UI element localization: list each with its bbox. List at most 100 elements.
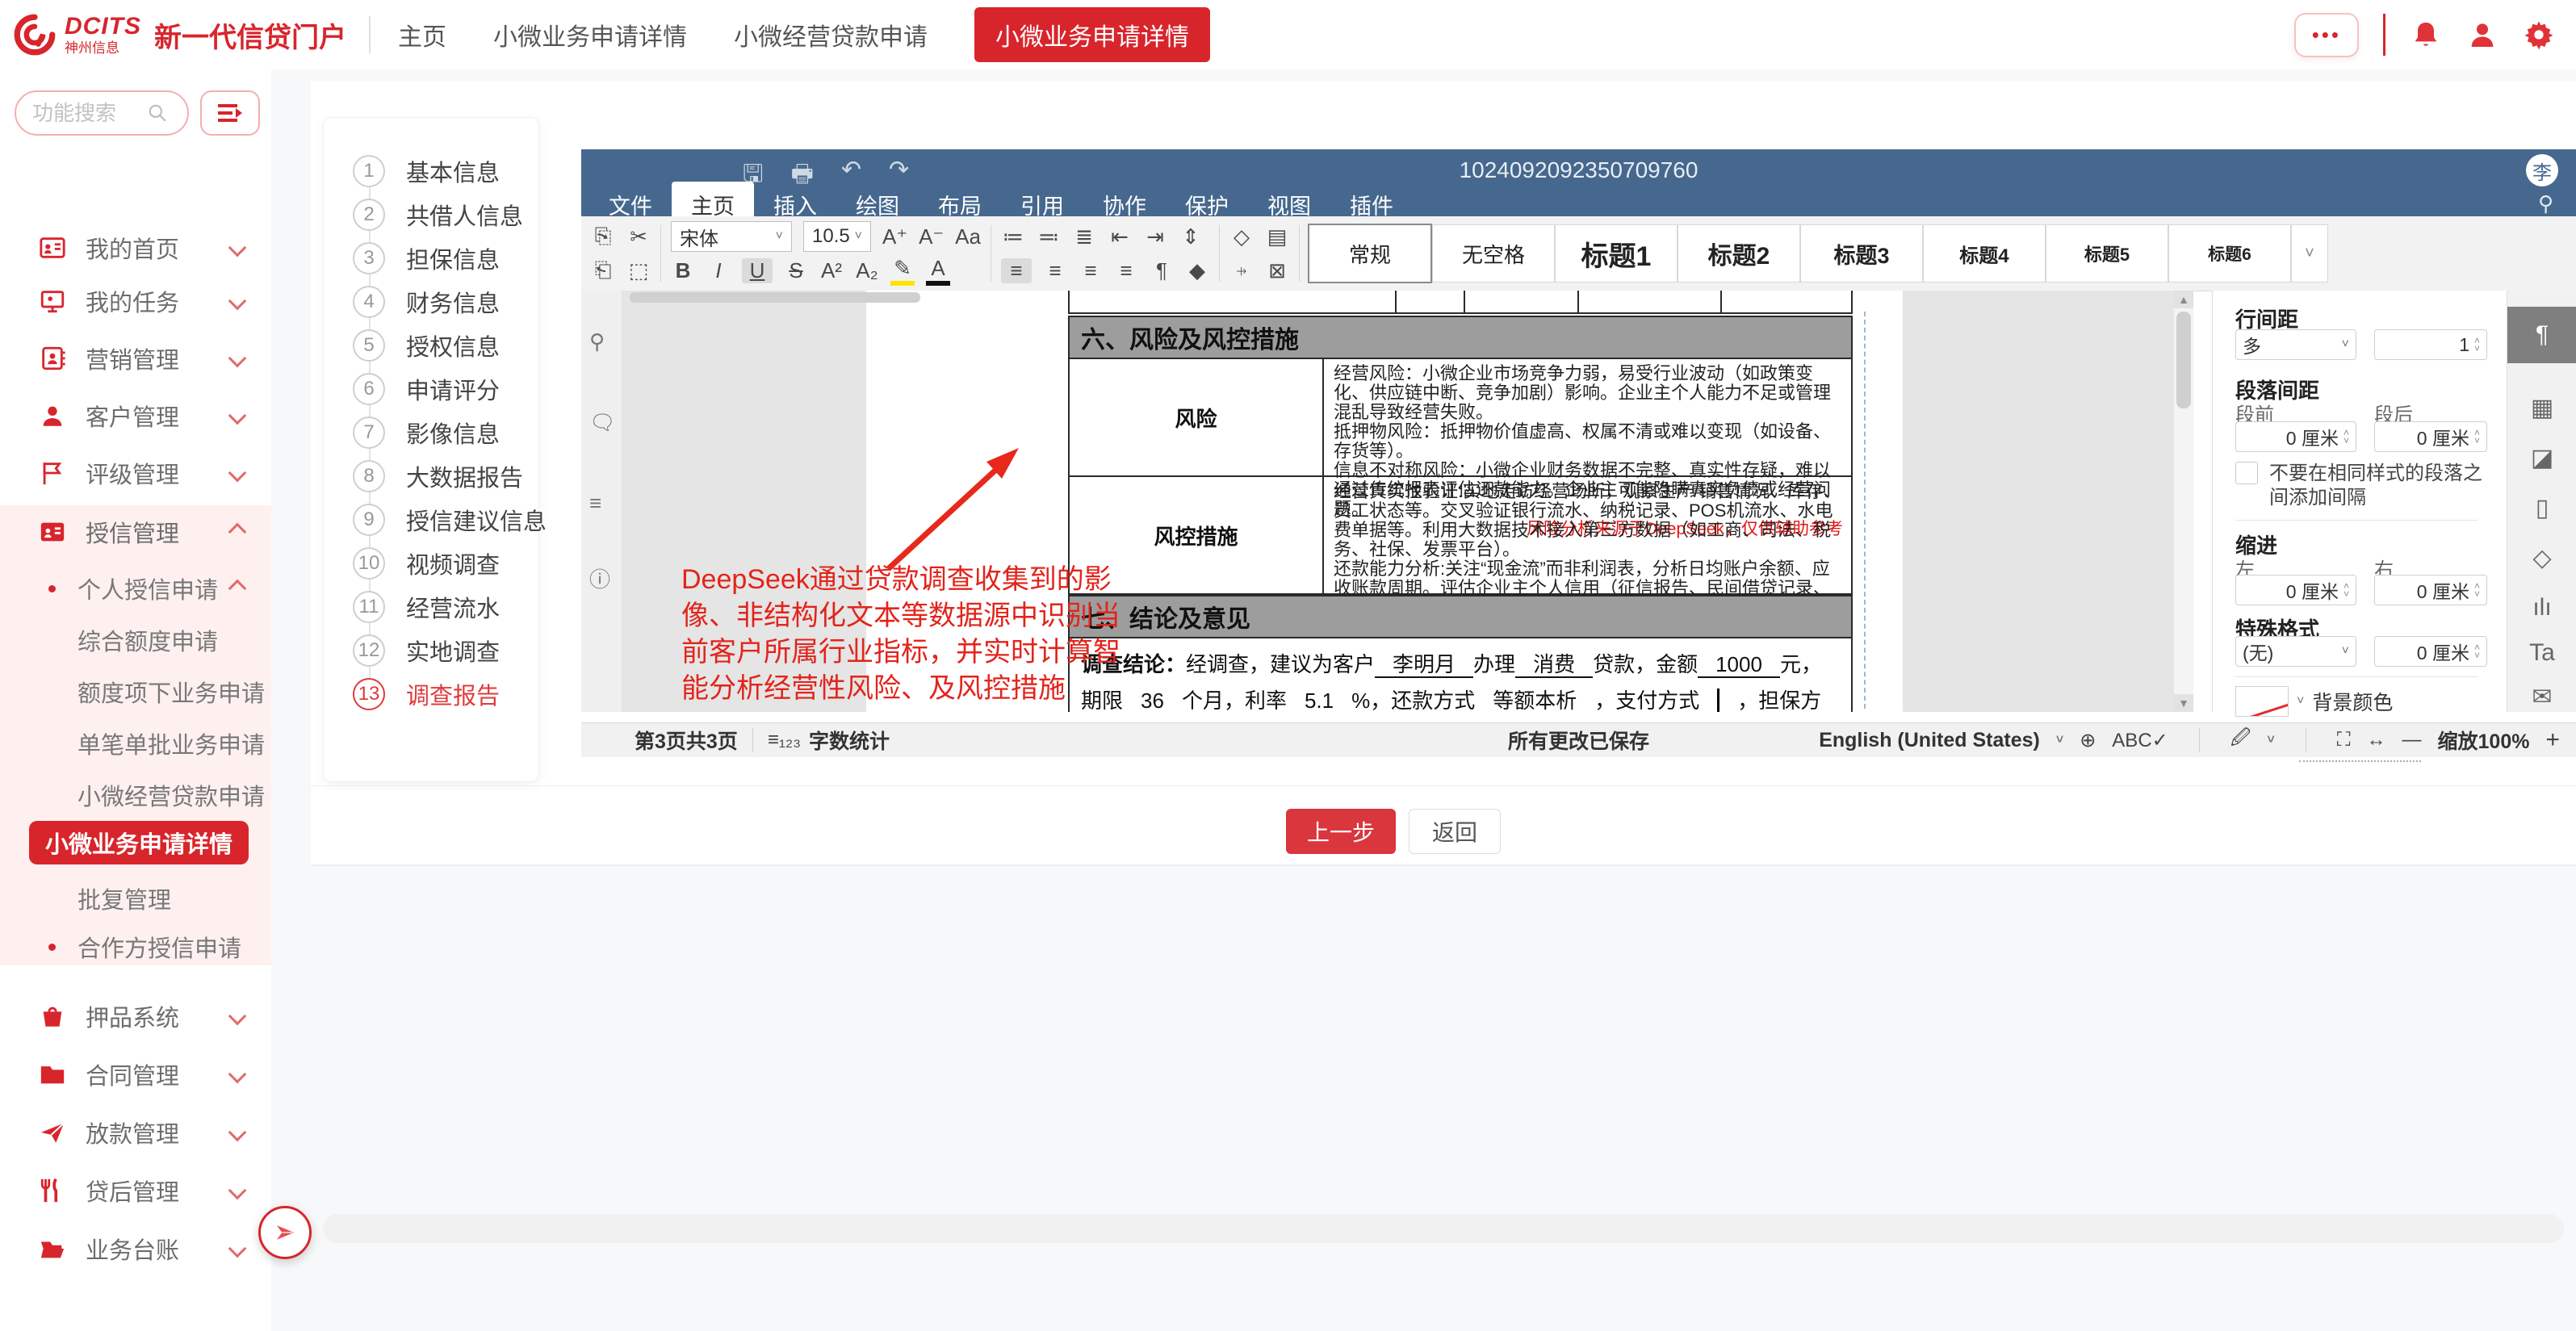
notification-bell-icon[interactable] (2410, 19, 2442, 51)
step-item-7[interactable]: 7影像信息 (324, 415, 538, 450)
nav-tab-detail-1[interactable]: 小微业务申请详情 (493, 17, 687, 52)
spacing-before-stepper[interactable]: 0 厘米˄˅ (2235, 421, 2356, 452)
settings-gear-icon[interactable] (2523, 19, 2555, 51)
copy-icon[interactable]: ⎗ (591, 257, 615, 283)
justify-icon[interactable]: ≡ (1114, 258, 1138, 283)
step-item-12[interactable]: 12实地调查 (324, 633, 538, 668)
nav-tab-home[interactable]: 主页 (398, 17, 446, 52)
sidebar-item-disbursement[interactable]: 放款管理 (0, 1107, 271, 1158)
sidebar-item-rating[interactable]: 评级管理 (0, 447, 271, 499)
sidebar-item-my-home[interactable]: 我的首页 (0, 222, 271, 274)
align-left-icon[interactable]: ≡ (1001, 258, 1032, 283)
bullet-list-icon[interactable]: ≔ (1001, 224, 1025, 249)
horizontal-scrollbar-thumb[interactable] (630, 292, 920, 303)
brand-logo[interactable]: DCITS 神州信息 新一代信贷门户 (11, 11, 346, 58)
step-item-13-current[interactable]: 13调查报告 (324, 676, 538, 712)
change-case-icon[interactable]: Aa (955, 224, 981, 249)
bold-icon[interactable]: B (671, 258, 695, 283)
subscript-icon[interactable]: A₂ (855, 258, 879, 283)
style-gallery-expand-icon[interactable]: ˅ (2291, 224, 2328, 283)
vertical-scrollbar[interactable]: ▲ ▼ (2174, 291, 2193, 712)
step-item-10[interactable]: 10视频调查 (324, 546, 538, 581)
select-icon[interactable]: ⬚ (626, 258, 651, 283)
user-profile-icon[interactable] (2466, 19, 2499, 51)
indent-right-stepper[interactable]: 0 厘米˄˅ (2374, 575, 2487, 605)
sidebar-item-ledger[interactable]: 业务台账 (0, 1223, 271, 1274)
chart-icon[interactable]: ılı (2507, 594, 2576, 622)
sidebar-item-approval-mgmt[interactable]: 批复管理 (0, 873, 271, 924)
shading-icon[interactable]: ◆ (1185, 258, 1209, 283)
style-heading4[interactable]: 标题4 (1923, 224, 2046, 283)
underline-icon[interactable]: U (742, 258, 773, 283)
previous-step-button[interactable]: 上一步 (1286, 809, 1396, 854)
strikethrough-icon[interactable]: S (784, 258, 808, 283)
font-name-select[interactable]: 宋体˅ (671, 221, 792, 252)
editor-search-icon[interactable]: ⚲ (2538, 191, 2553, 216)
align-center-icon[interactable]: ≡ (1043, 258, 1067, 283)
style-heading3[interactable]: 标题3 (1800, 224, 1923, 283)
nav-tab-loan-apply[interactable]: 小微经营贷款申请 (734, 17, 928, 52)
step-item-2[interactable]: 2共借人信息 (324, 197, 538, 232)
scroll-down-icon[interactable]: ▼ (2174, 694, 2193, 712)
scroll-up-icon[interactable]: ▲ (2174, 291, 2193, 308)
highlight-color-icon[interactable]: ✎ (890, 256, 915, 286)
document-canvas[interactable]: 六、风险及风控措施 风险 经营风险：小微企业市场竞争力弱，易受行业波动（如政策变… (622, 291, 2193, 712)
no-space-between-row[interactable]: 不要在相同样式的段落之间添加间隔 (2235, 462, 2486, 510)
sidebar-item-my-tasks[interactable]: 我的任务 (0, 275, 271, 327)
sidebar-item-credit-mgmt[interactable]: 授信管理 (0, 506, 271, 558)
back-button[interactable]: 返回 (1409, 809, 1501, 854)
sidebar-item-partner-credit[interactable]: 合作方授信申请 (0, 921, 271, 973)
sidebar-item-micro-loan-apply[interactable]: 小微经营贷款申请 (0, 769, 271, 821)
step-item-4[interactable]: 4财务信息 (324, 284, 538, 320)
spacing-after-stepper[interactable]: 0 厘米˄˅ (2374, 421, 2487, 452)
paragraph-marks-icon[interactable]: ¶ (1150, 258, 1174, 283)
navigation-outline-icon[interactable]: ≡ (589, 491, 601, 516)
special-format-stepper[interactable]: 0 厘米˄˅ (2374, 636, 2487, 667)
sidebar-item-post-loan[interactable]: 贷后管理 (0, 1165, 271, 1216)
line-spacing-icon[interactable]: ⇕ (1179, 224, 1203, 249)
image-settings-icon[interactable]: ◪ (2507, 444, 2576, 472)
multilevel-list-icon[interactable]: ≣ (1072, 224, 1096, 249)
info-icon[interactable]: ⓘ (589, 563, 610, 593)
line-spacing-select[interactable]: 多˅ (2235, 329, 2356, 360)
step-item-9[interactable]: 9授信建议信息 (324, 502, 538, 538)
paragraph-settings-tab-icon[interactable]: ¶ (2507, 307, 2576, 363)
menu-collapse-button[interactable] (200, 90, 260, 136)
sidebar-item-micro-detail-active[interactable]: 小微业务申请详情 (29, 821, 249, 864)
vertical-scrollbar-thumb[interactable] (2176, 312, 2191, 408)
special-format-select[interactable]: (无)˅ (2235, 636, 2356, 667)
style-heading6[interactable]: 标题6 (2168, 224, 2291, 283)
font-size-select[interactable]: 10.5˅ (803, 221, 871, 252)
conclusion-paragraph[interactable]: 调查结论：经调查，建议为客户李明月办理消费贷款，金额1000元，期限36个月，利… (1068, 638, 1853, 712)
sidebar-item-single-batch[interactable]: 单笔单批业务申请 (0, 718, 271, 769)
avatar[interactable]: 李 (2526, 154, 2558, 186)
checkbox[interactable] (2235, 462, 2258, 484)
shrink-font-icon[interactable]: A⁻ (919, 224, 944, 249)
decrease-indent-icon[interactable]: ⇤ (1108, 224, 1132, 249)
sidebar-item-marketing[interactable]: 营销管理 (0, 333, 271, 384)
background-color-swatch[interactable] (2235, 686, 2289, 717)
sidebar-item-personal-credit[interactable]: 个人授信申请 (0, 563, 271, 614)
format-painter-icon[interactable]: ⍆ (1229, 257, 1254, 283)
more-tabs-badge[interactable]: ••• (2294, 13, 2359, 57)
style-heading5[interactable]: 标题5 (2046, 224, 2168, 283)
paste-icon[interactable]: ⎘ (591, 224, 615, 249)
step-item-11[interactable]: 11经营流水 (324, 589, 538, 625)
search-input[interactable] (31, 100, 147, 127)
background-color-row[interactable]: ˅ 背景颜色 (2235, 686, 2393, 717)
border-fill-icon[interactable]: ▤ (1265, 224, 1289, 249)
step-item-3[interactable]: 3担保信息 (324, 241, 538, 276)
shapes-icon[interactable]: ◇ (2507, 544, 2576, 572)
table-settings-icon[interactable]: ▦ (2507, 394, 2576, 422)
step-item-1[interactable]: 1基本信息 (324, 153, 538, 189)
italic-icon[interactable]: I (706, 258, 731, 283)
style-normal[interactable]: 常规 (1308, 224, 1432, 283)
increase-indent-icon[interactable]: ⇥ (1143, 224, 1167, 249)
sidebar-item-quota-business[interactable]: 额度项下业务申请 (0, 666, 271, 718)
step-item-5[interactable]: 5授权信息 (324, 328, 538, 363)
comments-icon[interactable]: 🗨 (589, 410, 616, 435)
font-color-icon[interactable]: A (926, 256, 950, 286)
cut-icon[interactable]: ✂ (626, 224, 651, 249)
field-pay-method[interactable] (1699, 689, 1737, 712)
numbered-list-icon[interactable]: ≕ (1037, 224, 1061, 249)
